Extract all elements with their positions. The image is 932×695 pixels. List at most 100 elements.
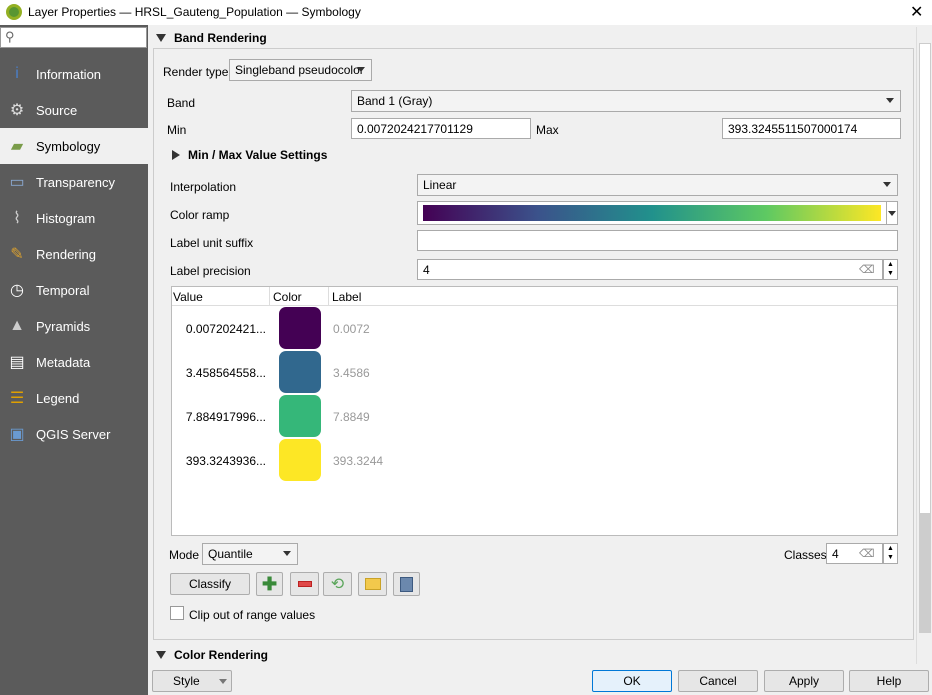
style-button[interactable]: Style (152, 670, 232, 692)
render-type-value: Singleband pseudocolor (235, 63, 364, 77)
max-label: Max (536, 123, 559, 137)
help-button[interactable]: Help (849, 670, 929, 692)
render-type-label: Render type (163, 65, 229, 79)
band-label: Band (167, 96, 196, 110)
mode-value: Quantile (208, 547, 253, 561)
minmax-settings-toggle[interactable]: Min / Max Value Settings (172, 148, 327, 162)
sidebar-item-pyramids[interactable]: ▲ Pyramids (0, 308, 148, 344)
sidebar-item-label: Temporal (36, 282, 90, 298)
save-icon[interactable] (393, 572, 420, 596)
mode-select[interactable]: Quantile (202, 543, 298, 565)
sidebar-item-histogram[interactable]: ⌇ Histogram (0, 200, 148, 236)
sidebar-item-metadata[interactable]: ▤ Metadata (0, 344, 148, 380)
row-value[interactable]: 0.007202421... (186, 322, 266, 336)
sidebar-item-rendering[interactable]: ✎ Rendering (0, 236, 148, 272)
color-ramp-dropdown[interactable] (886, 201, 898, 225)
band-select[interactable]: Band 1 (Gray) (351, 90, 901, 112)
row-value[interactable]: 3.458564558... (186, 366, 266, 380)
header-value[interactable]: Value (173, 290, 203, 304)
clear-icon[interactable]: ⌫ (859, 263, 875, 276)
label-precision-spinbox[interactable]: 4 (417, 259, 883, 280)
rendering-icon: ✎ (10, 246, 24, 263)
collapse-icon (156, 651, 166, 659)
metadata-icon: ▤ (9, 354, 25, 371)
title-bar: Layer Properties — HRSL_Gauteng_Populati… (0, 0, 932, 25)
sidebar-item-label: QGIS Server (36, 426, 111, 442)
label-suffix-label: Label unit suffix (170, 236, 254, 250)
section-title: Band Rendering (174, 31, 267, 45)
sidebar-item-label: Legend (36, 390, 80, 406)
apply-button[interactable]: Apply (764, 670, 844, 692)
window-title: Layer Properties — HRSL_Gauteng_Populati… (28, 5, 361, 19)
qgis-logo-icon (6, 4, 22, 20)
interpolation-value: Linear (423, 178, 457, 192)
sidebar-item-source[interactable]: ⚙ Source (0, 92, 148, 128)
sidebar-item-symbology[interactable]: ▰ Symbology (0, 128, 148, 164)
sidebar-item-temporal[interactable]: ◷ Temporal (0, 272, 148, 308)
mode-label: Mode (169, 548, 200, 562)
sidebar-item-label: Information (36, 66, 102, 82)
histogram-icon: ⌇ (13, 210, 21, 227)
label-suffix-input[interactable] (417, 230, 898, 251)
collapse-icon (156, 34, 166, 42)
min-label: Min (167, 123, 187, 137)
classes-label: Classes (784, 548, 827, 562)
row-label[interactable]: 393.3244 (333, 454, 383, 468)
row-value[interactable]: 7.884917996... (186, 410, 266, 424)
row-value[interactable]: 393.3243936... (186, 454, 266, 468)
row-label[interactable]: 3.4586 (333, 366, 370, 380)
interpolation-label: Interpolation (170, 180, 237, 194)
color-ramp-preview (423, 205, 881, 221)
sidebar-item-label: Pyramids (36, 318, 91, 334)
clip-checkbox[interactable] (170, 606, 184, 620)
render-type-select[interactable]: Singleband pseudocolor (229, 59, 372, 81)
color-swatch[interactable] (279, 395, 321, 437)
minmax-title: Min / Max Value Settings (188, 148, 328, 162)
spin-arrows[interactable]: ▲ ▼ (883, 543, 898, 564)
remove-class-icon[interactable] (290, 572, 319, 596)
spin-arrows[interactable]: ▲ ▼ (883, 259, 898, 280)
color-swatch[interactable] (279, 307, 321, 349)
clip-label: Clip out of range values (189, 608, 316, 622)
sidebar-item-label: Symbology (36, 138, 101, 154)
max-input[interactable]: 393.3245511507000174 (722, 118, 901, 139)
add-class-icon[interactable]: ✚ (256, 572, 283, 596)
table-header: Value Color Label (172, 287, 897, 306)
clear-icon[interactable]: ⌫ (859, 547, 875, 560)
row-label[interactable]: 0.0072 (333, 322, 370, 336)
sidebar-item-label: Transparency (36, 174, 115, 190)
interpolation-select[interactable]: Linear (417, 174, 898, 196)
cancel-button[interactable]: Cancel (678, 670, 758, 692)
sidebar-item-label: Histogram (36, 210, 96, 226)
sidebar-item-information[interactable]: i Information (0, 56, 148, 92)
classify-button[interactable]: Classify (170, 573, 250, 595)
server-icon: ▣ (9, 426, 25, 443)
transparency-icon: ▭ (9, 174, 25, 191)
header-label[interactable]: Label (332, 290, 361, 304)
info-icon: i (15, 65, 19, 82)
close-icon[interactable]: ✕ (910, 2, 923, 22)
open-folder-icon[interactable] (358, 572, 387, 596)
color-ramp-button[interactable] (417, 201, 887, 225)
expand-icon (172, 150, 180, 160)
scrollbar[interactable] (916, 27, 932, 664)
sidebar-item-legend[interactable]: ☰ Legend (0, 380, 148, 416)
legend-icon: ☰ (9, 390, 25, 407)
color-swatch[interactable] (279, 351, 321, 393)
reverse-icon[interactable]: ⟲ (323, 572, 352, 596)
search-icon: ⚲ (5, 29, 15, 44)
color-rendering-header[interactable]: Color Rendering (156, 648, 268, 662)
sidebar-item-transparency[interactable]: ▭ Transparency (0, 164, 148, 200)
row-label[interactable]: 7.8849 (333, 410, 370, 424)
clock-icon: ◷ (10, 282, 24, 299)
sidebar-item-qgis-server[interactable]: ▣ QGIS Server (0, 416, 148, 452)
band-value: Band 1 (Gray) (357, 94, 433, 108)
min-input[interactable]: 0.0072024217701129 (351, 118, 531, 139)
band-rendering-header[interactable]: Band Rendering (156, 31, 267, 45)
search-input[interactable]: ⚲ (0, 27, 147, 48)
label-precision-label: Label precision (170, 264, 251, 278)
header-color[interactable]: Color (273, 290, 302, 304)
sidebar-item-label: Metadata (36, 354, 91, 370)
ok-button[interactable]: OK (592, 670, 672, 692)
color-swatch[interactable] (279, 439, 321, 481)
